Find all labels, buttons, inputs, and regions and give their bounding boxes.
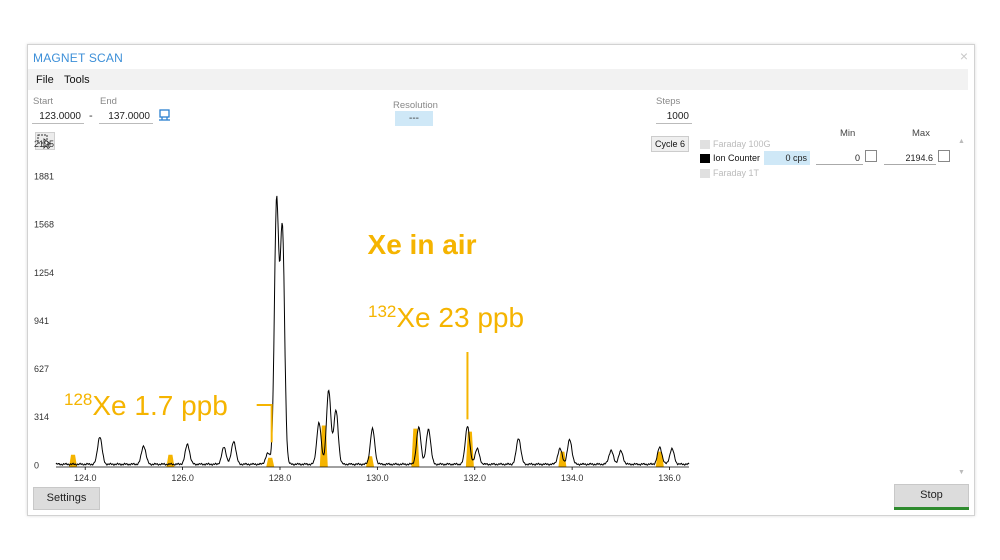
end-label: End	[100, 96, 117, 107]
y-tick-label: 2195	[34, 139, 54, 149]
x-tick-label: 136.0	[658, 473, 681, 483]
highlight-region	[411, 428, 420, 467]
steps-label: Steps	[656, 96, 681, 107]
min-header: Min	[840, 128, 856, 139]
close-icon[interactable]: ×	[960, 48, 968, 64]
x-tick-label: 128.0	[269, 473, 292, 483]
stop-button[interactable]: Stop	[894, 484, 969, 508]
y-tick-label: 0	[34, 460, 39, 470]
x-tick-label: 124.0	[74, 473, 97, 483]
min-value-field[interactable]: 0	[816, 151, 863, 165]
min-checkbox[interactable]	[865, 150, 877, 162]
y-tick-label: 627	[34, 364, 49, 374]
max-header: Max	[912, 128, 930, 139]
menu-file[interactable]: File	[36, 74, 54, 86]
ion-counter-cps: 0 cps	[764, 151, 810, 165]
detector-color-swatch	[700, 169, 710, 178]
highlight-region	[465, 431, 474, 467]
highlight-region	[266, 457, 275, 467]
x-tick-label: 134.0	[561, 473, 584, 483]
cycle-indicator[interactable]: Cycle 6	[651, 136, 690, 152]
apply-range-icon[interactable]	[159, 109, 171, 123]
steps-input[interactable]	[656, 109, 692, 124]
y-tick-label: 1568	[34, 220, 54, 230]
menu-bar: File Tools	[28, 69, 968, 90]
max-value-field[interactable]: 2194.6	[884, 151, 936, 165]
detector-name: Faraday 100G	[713, 139, 771, 149]
max-checkbox[interactable]	[938, 150, 950, 162]
start-input[interactable]	[32, 109, 84, 124]
x-tick-label: 126.0	[171, 473, 194, 483]
y-tick-label: 941	[34, 316, 49, 326]
detector-name: Faraday 1T	[713, 168, 760, 178]
chart-title: Xe in air	[368, 229, 477, 260]
title-bar: MAGNET SCAN ×	[28, 45, 974, 69]
scroll-down-icon[interactable]: ▼	[958, 469, 965, 476]
menu-tools[interactable]: Tools	[64, 74, 90, 86]
resolution-label: Resolution	[393, 100, 438, 111]
x-tick-label: 130.0	[366, 473, 389, 483]
detector-name: Ion Counter	[713, 153, 761, 163]
scroll-up-icon[interactable]: ▲	[958, 138, 965, 145]
annotation-128xe: 128Xe 1.7 ppb	[64, 390, 228, 421]
settings-button[interactable]: Settings	[33, 487, 100, 510]
magnet-scan-window: MAGNET SCAN × File Tools Start - End Res…	[27, 44, 975, 516]
resolution-value: ---	[395, 111, 433, 126]
end-input[interactable]	[99, 109, 153, 124]
x-tick-label: 132.0	[463, 473, 486, 483]
scan-chart[interactable]: 0 314 627 941 1254 1568 1881 2195 124.0 126.0 128…	[34, 135, 692, 485]
y-tick-label: 314	[34, 412, 49, 422]
stop-status-bar	[894, 507, 969, 510]
annotation-132xe: 132Xe 23 ppb	[368, 302, 524, 333]
detector-color-swatch	[700, 154, 710, 163]
window-title: MAGNET SCAN	[33, 51, 123, 65]
start-label: Start	[33, 96, 54, 107]
detector-color-swatch	[700, 140, 710, 149]
annotation-128xe-leader	[256, 404, 273, 443]
range-separator: -	[89, 110, 93, 122]
y-tick-label: 1881	[34, 172, 54, 182]
y-tick-label: 1254	[34, 268, 54, 278]
